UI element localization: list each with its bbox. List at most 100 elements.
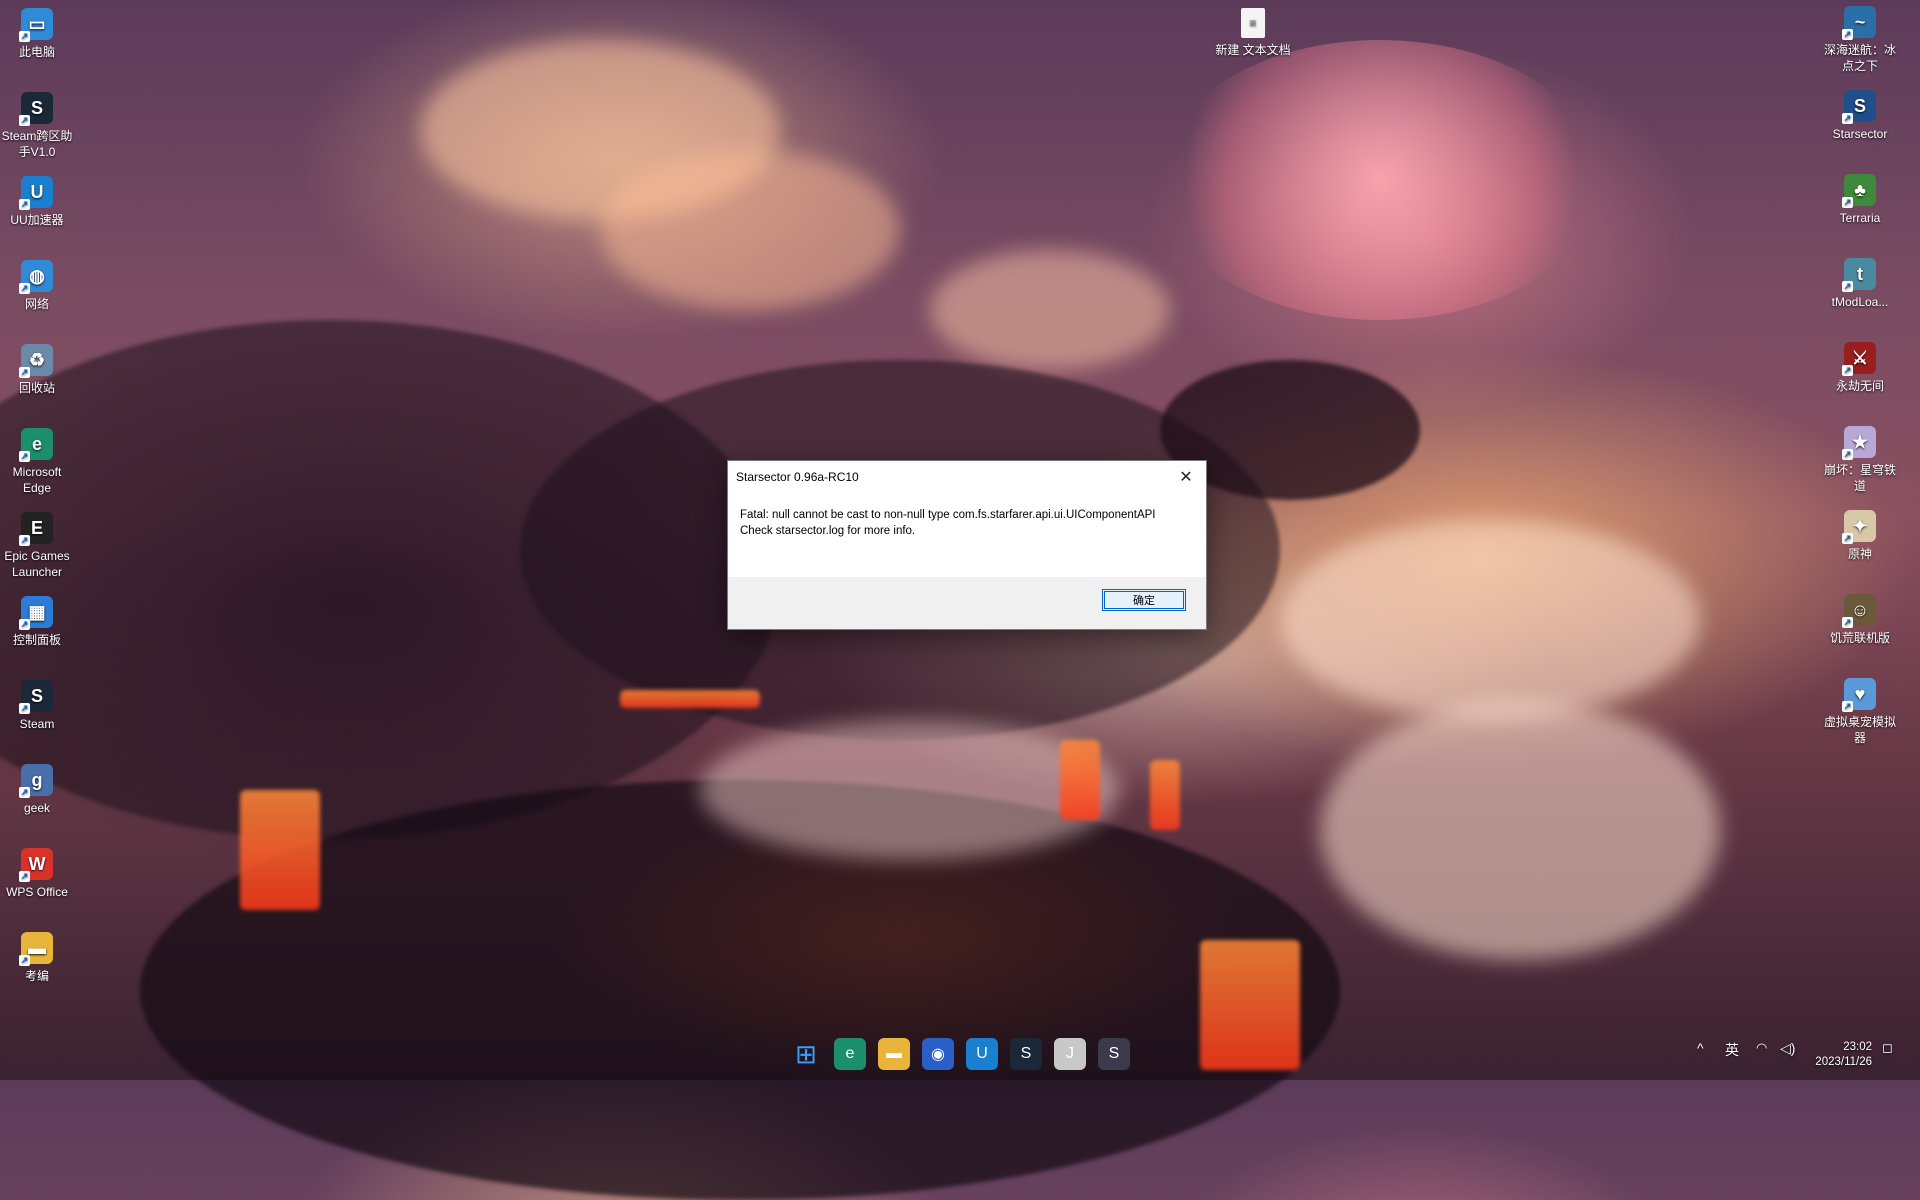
shortcut-arrow-icon: ↗ bbox=[19, 31, 30, 42]
clock[interactable]: 23:02 2023/11/26 bbox=[1815, 1040, 1872, 1070]
desktop-icon-dont-starve[interactable]: ☺ ↗ 饥荒联机版 bbox=[1822, 594, 1898, 646]
shortcut-arrow-icon: ↗ bbox=[1842, 365, 1853, 376]
close-icon[interactable]: ✕ bbox=[1166, 461, 1206, 493]
edge-icon: e ↗ bbox=[19, 428, 53, 462]
desktop-icon-edge[interactable]: e ↗ Microsoft Edge bbox=[0, 428, 75, 496]
wifi-icon[interactable]: ◠ bbox=[1756, 1040, 1767, 1056]
desktop-icon-label: 崩坏：星穹铁道 bbox=[1823, 463, 1896, 493]
desktop-icon-label: 考编 bbox=[24, 969, 49, 983]
desktop-icon-naraka[interactable]: ⚔ ↗ 永劫无间 bbox=[1822, 342, 1898, 394]
dialog-message: Fatal: null cannot be cast to non-null t… bbox=[728, 493, 1206, 583]
desktop-icon-label: 此电脑 bbox=[18, 45, 55, 59]
terraria-icon: ♣ ↗ bbox=[1842, 174, 1876, 208]
ok-button[interactable]: 确定 bbox=[1102, 589, 1186, 611]
desktop-icon-label: geek bbox=[23, 801, 51, 815]
shortcut-arrow-icon: ↗ bbox=[1842, 533, 1853, 544]
tmodloader-icon: t ↗ bbox=[1842, 258, 1876, 292]
edge-icon: e bbox=[845, 1045, 855, 1062]
camera-icon: ◉ bbox=[931, 1046, 945, 1063]
shortcut-arrow-icon: ↗ bbox=[19, 703, 30, 714]
dialog-message-line2: Check starsector.log for more info. bbox=[740, 525, 916, 537]
desktop-icon-label: Starsector bbox=[1832, 127, 1888, 141]
taskbar-file-explorer[interactable]: ▬ bbox=[878, 1038, 910, 1070]
dont-starve-icon: ☺ ↗ bbox=[1842, 594, 1876, 628]
desktop-icon-label: 原神 bbox=[1847, 547, 1872, 561]
recycle-bin-icon: ♻ ↗ bbox=[19, 344, 53, 378]
uu-accelerator-icon: U ↗ bbox=[19, 176, 53, 210]
desktop-icon-steam-tool[interactable]: S ↗ Steam跨区助手V1.0 bbox=[0, 92, 75, 160]
taskbar-starsector[interactable]: S bbox=[1098, 1038, 1130, 1070]
desktop-icon-steam[interactable]: S ↗ Steam bbox=[0, 680, 75, 732]
desktop-icon-label: WPS Office bbox=[6, 885, 68, 899]
virtual-pet-icon: ♥ ↗ bbox=[1842, 678, 1876, 712]
desktop-icon-terraria[interactable]: ♣ ↗ Terraria bbox=[1822, 174, 1898, 226]
taskbar-java-app[interactable]: J bbox=[1054, 1038, 1086, 1070]
shortcut-arrow-icon: ↗ bbox=[1842, 197, 1853, 208]
dialog-footer: 确定 bbox=[728, 577, 1206, 629]
naraka-icon: ⚔ ↗ bbox=[1842, 342, 1876, 376]
desktop-icon-genshin[interactable]: ✦ ↗ 原神 bbox=[1822, 510, 1898, 562]
desktop-icon-virtual-pet[interactable]: ♥ ↗ 虚拟桌宠模拟器 bbox=[1822, 678, 1898, 746]
clock-date: 2023/11/26 bbox=[1815, 1056, 1872, 1068]
desktop-icon-label: Microsoft Edge bbox=[12, 465, 62, 495]
desktop-icon-tmodloader[interactable]: t ↗ tModLoa... bbox=[1822, 258, 1898, 310]
folder-icon: ▬ bbox=[886, 1045, 902, 1062]
computer-icon: ▭ ↗ bbox=[19, 8, 53, 42]
geek-icon: g ↗ bbox=[19, 764, 53, 798]
shortcut-arrow-icon: ↗ bbox=[19, 535, 30, 546]
desktop-icon-computer[interactable]: ▭ ↗ 此电脑 bbox=[0, 8, 75, 60]
taskbar-edge[interactable]: e bbox=[834, 1038, 866, 1070]
desktop-icon-wps-office[interactable]: W ↗ WPS Office bbox=[0, 848, 75, 900]
network-icon: ◍ ↗ bbox=[19, 260, 53, 294]
desktop-icon-uu-accelerator[interactable]: U ↗ UU加速器 bbox=[0, 176, 75, 228]
dialog-message-line1: Fatal: null cannot be cast to non-null t… bbox=[740, 509, 1156, 521]
steam-tool-icon: S ↗ bbox=[19, 92, 53, 126]
shortcut-arrow-icon: ↗ bbox=[19, 955, 30, 966]
dialog-titlebar[interactable]: Starsector 0.96a-RC10 bbox=[728, 461, 1206, 493]
taskbar bbox=[0, 1032, 1920, 1080]
taskbar-camera-app[interactable]: ◉ bbox=[922, 1038, 954, 1070]
folder-icon: ▬ ↗ bbox=[19, 932, 53, 966]
star-rail-icon: ★ ↗ bbox=[1842, 426, 1876, 460]
shortcut-arrow-icon: ↗ bbox=[1842, 701, 1853, 712]
epic-games-icon: E ↗ bbox=[19, 512, 53, 546]
shortcut-arrow-icon: ↗ bbox=[19, 199, 30, 210]
desktop-icon-label: 回收站 bbox=[18, 381, 55, 395]
desktop-icon-starsector[interactable]: S ↗ Starsector bbox=[1822, 90, 1898, 142]
notification-icon[interactable]: ◻ bbox=[1882, 1040, 1893, 1056]
control-panel-icon: ▦ ↗ bbox=[19, 596, 53, 630]
desktop-icon-label: UU加速器 bbox=[10, 213, 64, 227]
desktop-icon-label: 新建 文本文档 bbox=[1215, 43, 1291, 57]
desktop-icon-label: 虚拟桌宠模拟器 bbox=[1823, 715, 1896, 745]
desktop-icon-subnautica[interactable]: ~ ↗ 深海迷航：冰点之下 bbox=[1822, 6, 1898, 74]
subnautica-icon: ~ ↗ bbox=[1842, 6, 1876, 40]
desktop-icon-control-panel[interactable]: ▦ ↗ 控制面板 bbox=[0, 596, 75, 648]
desktop-icon-label: 网络 bbox=[24, 297, 49, 311]
desktop-icon-network[interactable]: ◍ ↗ 网络 bbox=[0, 260, 75, 312]
steam-icon: S ↗ bbox=[19, 680, 53, 714]
clock-time: 23:02 bbox=[1843, 1041, 1872, 1053]
desktop-icon-geek[interactable]: g ↗ geek bbox=[0, 764, 75, 816]
steam-icon: S bbox=[1020, 1045, 1032, 1062]
desktop-icon-folder[interactable]: ▬ ↗ 考编 bbox=[0, 932, 75, 984]
shortcut-arrow-icon: ↗ bbox=[19, 619, 30, 630]
uu-accelerator-icon: U bbox=[976, 1045, 988, 1062]
desktop-icon-label: Steam跨区助手V1.0 bbox=[1, 129, 73, 159]
desktop-icon-epic-games[interactable]: E ↗ Epic Games Launcher bbox=[0, 512, 75, 580]
shortcut-arrow-icon: ↗ bbox=[19, 367, 30, 378]
taskbar-steam[interactable]: S bbox=[1010, 1038, 1042, 1070]
desktop-icon-star-rail[interactable]: ★ ↗ 崩坏：星穹铁道 bbox=[1822, 426, 1898, 494]
genshin-icon: ✦ ↗ bbox=[1842, 510, 1876, 544]
taskbar-start-button[interactable]: ⊞ bbox=[790, 1038, 822, 1070]
desktop-icon-recycle-bin[interactable]: ♻ ↗ 回收站 bbox=[0, 344, 75, 396]
desktop-icon-text-file[interactable]: ≡ 新建 文本文档 bbox=[1215, 8, 1291, 58]
starsector-icon: S ↗ bbox=[1842, 90, 1876, 124]
shortcut-arrow-icon: ↗ bbox=[1842, 281, 1853, 292]
ime-indicator[interactable]: 英 bbox=[1725, 1040, 1739, 1060]
desktop-icon-label: 饥荒联机版 bbox=[1829, 631, 1890, 645]
tray-overflow-chevron[interactable]: ^ bbox=[1697, 1040, 1704, 1056]
taskbar-uu-accelerator[interactable]: U bbox=[966, 1038, 998, 1070]
desktop-icon-label: Epic Games Launcher bbox=[4, 549, 70, 579]
volume-icon[interactable]: ◁) bbox=[1780, 1040, 1795, 1057]
java-icon: J bbox=[1066, 1045, 1074, 1062]
